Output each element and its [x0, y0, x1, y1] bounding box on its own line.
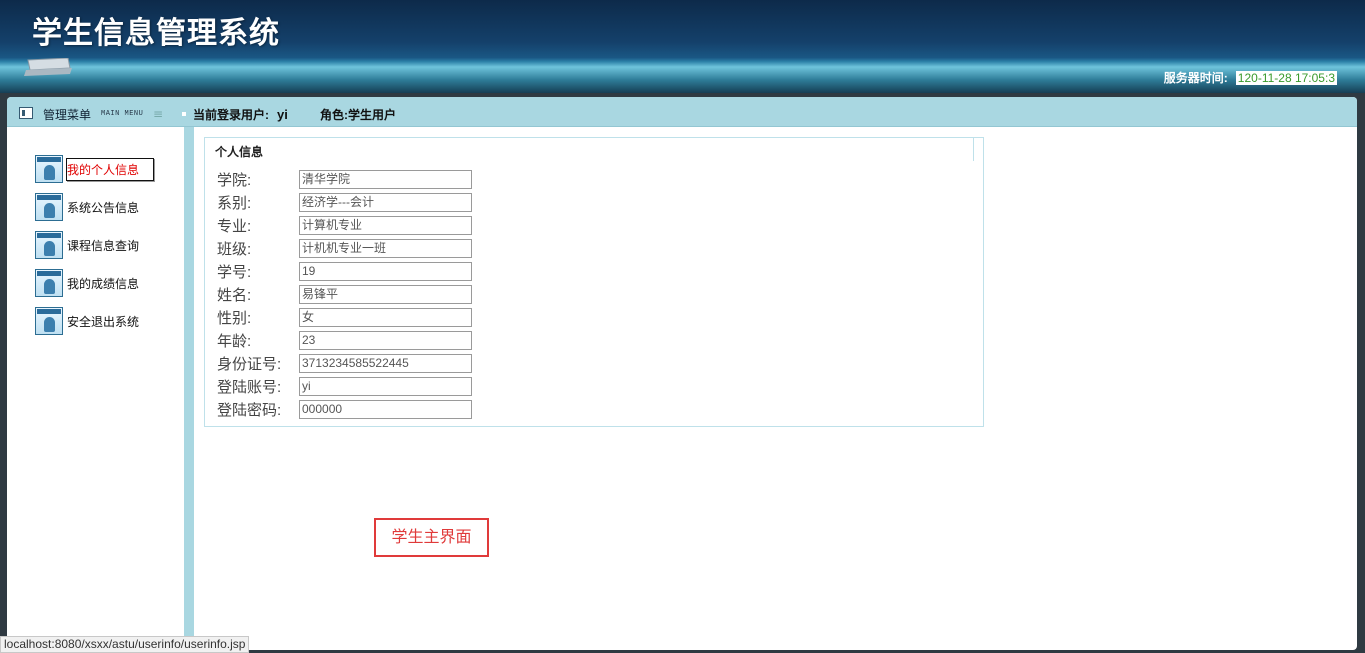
- sidebar: 我的个人信息 系统公告信息 课程信息查询 我的成绩信息 安全退出系统: [7, 127, 184, 650]
- field-label: 学号:: [217, 263, 252, 281]
- field-label: 登陆账号:: [217, 378, 282, 396]
- field-label: 学院:: [217, 171, 252, 189]
- user-icon: [35, 193, 63, 221]
- name-field[interactable]: 易锋平: [299, 284, 472, 304]
- field-row: 班级: 计机机专业一班: [217, 238, 472, 258]
- field-row: 专业: 计算机专业: [217, 215, 472, 235]
- menu-title: 管理菜单: [43, 108, 92, 122]
- field-row: 性别: 女: [217, 307, 472, 327]
- user-icon: [35, 269, 63, 297]
- menu-icon: [19, 107, 33, 119]
- user-icon: [35, 231, 63, 259]
- bullet-icon: [182, 112, 186, 116]
- field-label: 系别:: [217, 194, 252, 212]
- class-field[interactable]: 计机机专业一班: [299, 238, 472, 258]
- department-field[interactable]: 经济学---会计: [299, 192, 472, 212]
- field-label: 班级:: [217, 240, 252, 258]
- student-id-field[interactable]: 19: [299, 261, 472, 281]
- sidebar-item-label[interactable]: 安全退出系统: [66, 311, 140, 332]
- field-row: 年龄: 23: [217, 330, 472, 350]
- user-icon: [35, 307, 63, 335]
- sidebar-item-logout[interactable]: 安全退出系统: [35, 306, 140, 336]
- current-user: 当前登录用户: yi: [193, 106, 288, 123]
- sidebar-item-label[interactable]: 系统公告信息: [66, 197, 140, 218]
- server-time-label: 服务器时间:: [1163, 71, 1228, 85]
- field-label: 年龄:: [217, 332, 252, 350]
- laptop-icon: [24, 58, 72, 76]
- college-field[interactable]: 清华学院: [299, 169, 472, 189]
- field-label: 专业:: [217, 217, 252, 235]
- sidebar-item-grades[interactable]: 我的成绩信息: [35, 268, 140, 298]
- current-user-label: 当前登录用户:: [193, 108, 269, 122]
- sidebar-item-courses[interactable]: 课程信息查询: [35, 230, 140, 260]
- current-user-name: yi: [277, 107, 288, 122]
- app-header: 学生信息管理系统 服务器时间: 120-11-28 17:05:3: [0, 0, 1365, 93]
- field-row: 系别: 经济学---会计: [217, 192, 472, 212]
- field-label: 身份证号:: [217, 355, 282, 373]
- major-field[interactable]: 计算机专业: [299, 215, 472, 235]
- server-time: 服务器时间: 120-11-28 17:05:3: [1164, 69, 1337, 86]
- profile-legend-box: [204, 137, 974, 161]
- annotation-label: 学生主界面: [374, 518, 489, 557]
- menu-subtitle: MAIN MENU: [101, 110, 144, 118]
- sidebar-item-label[interactable]: 我的个人信息: [66, 157, 154, 181]
- collapse-lines-icon[interactable]: ≡: [153, 107, 163, 121]
- gender-field[interactable]: 女: [299, 307, 472, 327]
- sidebar-item-announcements[interactable]: 系统公告信息: [35, 192, 140, 222]
- sidebar-item-personal-info[interactable]: 我的个人信息: [35, 154, 154, 184]
- role-label: 角色:: [320, 108, 348, 122]
- app-title: 学生信息管理系统: [32, 16, 280, 51]
- server-time-value: 120-11-28 17:05:3: [1235, 71, 1337, 85]
- login-account-field[interactable]: yi: [299, 376, 472, 396]
- sidebar-item-label[interactable]: 课程信息查询: [66, 235, 140, 256]
- field-row: 登陆账号: yi: [217, 376, 472, 396]
- sidebar-item-label[interactable]: 我的成绩信息: [66, 273, 140, 294]
- main-panel: 管理菜单 MAIN MENU ≡ 当前登录用户: yi 角色:学生用户 我的个人信…: [7, 97, 1357, 650]
- sidebar-divider[interactable]: [184, 127, 194, 650]
- field-label: 姓名:: [217, 286, 252, 304]
- field-row: 身份证号: 3713234585522445: [217, 353, 472, 373]
- profile-legend: 个人信息: [215, 145, 264, 159]
- field-row: 学号: 19: [217, 261, 472, 281]
- user-icon: [35, 155, 63, 183]
- age-field[interactable]: 23: [299, 330, 472, 350]
- field-label: 登陆密码:: [217, 401, 282, 419]
- status-url: localhost:8080/xsxx/astu/userinfo/userin…: [0, 636, 250, 653]
- field-label: 性别:: [217, 309, 252, 327]
- user-role: 角色:学生用户: [320, 106, 396, 123]
- field-row: 登陆密码: 000000: [217, 399, 472, 419]
- top-bar: 管理菜单 MAIN MENU ≡ 当前登录用户: yi 角色:学生用户: [7, 97, 1357, 127]
- id-card-field[interactable]: 3713234585522445: [299, 353, 472, 373]
- field-row: 学院: 清华学院: [217, 169, 472, 189]
- role-value: 学生用户: [348, 108, 397, 122]
- login-password-field[interactable]: 000000: [299, 399, 472, 419]
- field-row: 姓名: 易锋平: [217, 284, 472, 304]
